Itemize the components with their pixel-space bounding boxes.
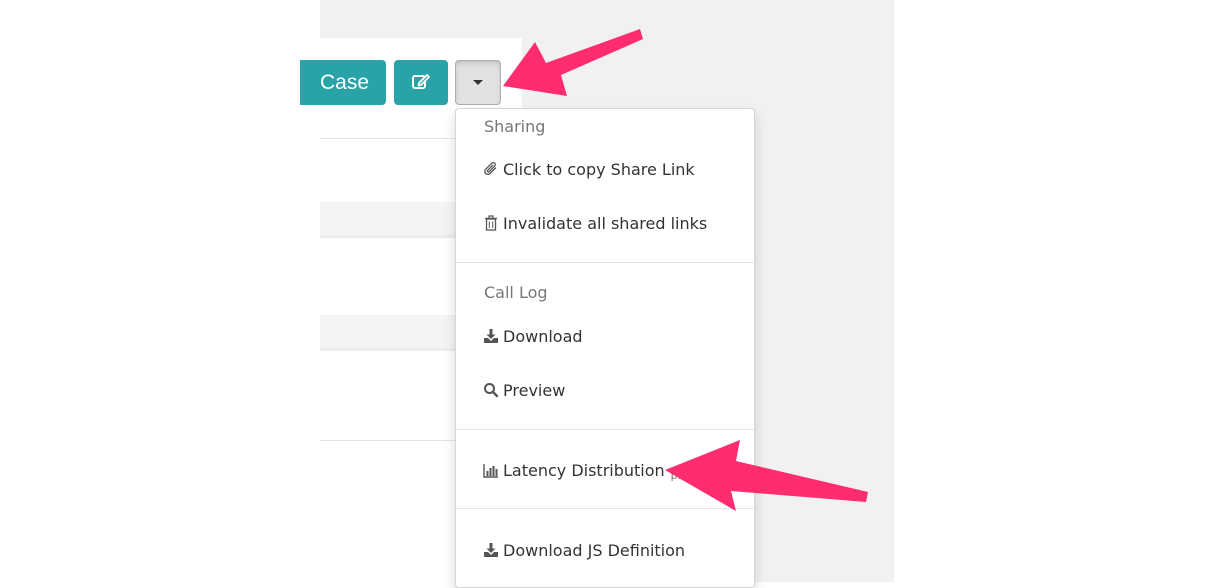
annotation-arrows xyxy=(503,29,868,511)
arrow-annotation-bottom xyxy=(665,440,868,511)
arrow-annotation-top xyxy=(503,29,643,96)
